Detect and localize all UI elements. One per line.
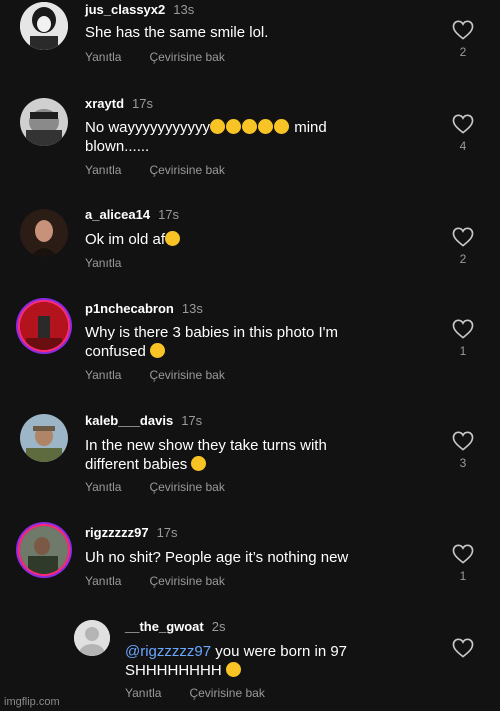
comment-actions: Yanıtla Çevirisine bak <box>85 574 253 588</box>
comment-header: p1nchecabron 13s <box>85 301 203 316</box>
comment-text: Why is there 3 babies in this photo I'm … <box>85 323 365 361</box>
avatar[interactable] <box>20 98 68 146</box>
avatar[interactable] <box>74 620 110 656</box>
translate-button[interactable]: Çevirisine bak <box>149 50 224 64</box>
like-button[interactable]: 1 <box>448 319 478 358</box>
comment-actions: Yanıtla <box>85 256 149 270</box>
heart-icon <box>452 319 474 339</box>
laughing-emoji-icon <box>165 231 181 246</box>
like-button[interactable]: 4 <box>448 114 478 153</box>
comment-text-part: Ok im old af <box>85 231 166 248</box>
heart-icon <box>452 20 474 40</box>
shushing-emoji-icon <box>225 662 241 677</box>
mention-link[interactable]: @rigzzzzz97 <box>125 643 211 660</box>
avatar[interactable] <box>20 209 68 257</box>
username[interactable]: jus_classyx2 <box>85 2 165 17</box>
comment-text: @rigzzzzz97 you were born in 97 SHHHHHHH… <box>125 642 395 680</box>
like-count: 2 <box>459 252 467 266</box>
raised-hands-emoji-icon <box>191 456 207 471</box>
translate-button[interactable]: Çevirisine bak <box>189 686 264 700</box>
username[interactable]: a_alicea14 <box>85 207 150 222</box>
username[interactable]: __the_gwoat <box>125 619 204 634</box>
timestamp: 17s <box>181 413 203 428</box>
avatar-image <box>20 526 68 574</box>
like-button[interactable]: 2 <box>448 20 478 59</box>
watermark: imgflip.com <box>4 696 60 708</box>
comment-actions: Yanıtla Çevirisine bak <box>125 686 293 700</box>
heart-icon <box>452 431 474 451</box>
comment-text: She has the same smile lol. <box>85 24 269 41</box>
reply-button[interactable]: Yanıtla <box>85 163 121 177</box>
reply-button[interactable]: Yanıtla <box>125 686 161 700</box>
avatar-image <box>20 2 68 50</box>
reply-button[interactable]: Yanıtla <box>85 368 121 382</box>
heart-icon <box>452 638 474 658</box>
username[interactable]: rigzzzzz97 <box>85 525 149 540</box>
laughing-emoji-icon <box>242 119 258 134</box>
laughing-emoji-icon <box>210 119 226 134</box>
like-button[interactable] <box>448 638 478 658</box>
comment-text: In the new show they take turns with dif… <box>85 436 365 474</box>
avatar[interactable] <box>20 526 68 574</box>
username[interactable]: xraytd <box>85 96 124 111</box>
comment-actions: Yanıtla Çevirisine bak <box>85 480 253 494</box>
like-button[interactable]: 2 <box>448 227 478 266</box>
avatar[interactable] <box>20 302 68 350</box>
comment-actions: Yanıtla Çevirisine bak <box>85 163 253 177</box>
comment-text-part: In the new show they take turns with dif… <box>85 437 327 473</box>
username[interactable]: kaleb___davis <box>85 413 173 428</box>
timestamp: 17s <box>158 207 180 222</box>
laughing-emoji-icon <box>258 119 274 134</box>
like-count: 3 <box>459 456 467 470</box>
laughing-emoji-icon <box>226 119 242 134</box>
avatar-image <box>20 98 68 146</box>
translate-button[interactable]: Çevirisine bak <box>149 574 224 588</box>
like-button[interactable]: 1 <box>448 544 478 583</box>
timestamp: 17s <box>156 525 178 540</box>
timestamp: 2s <box>211 619 226 634</box>
reply-button[interactable]: Yanıtla <box>85 480 121 494</box>
username[interactable]: p1nchecabron <box>85 301 174 316</box>
avatar-image <box>20 414 68 462</box>
comment-text-part: Why is there 3 babies in this photo I'm … <box>85 324 338 360</box>
heart-icon <box>452 544 474 564</box>
comment-header: kaleb___davis 17s <box>85 413 202 428</box>
avatar[interactable] <box>20 2 68 50</box>
avatar-image <box>20 302 68 350</box>
comment-header: a_alicea14 17s <box>85 207 179 222</box>
like-count: 2 <box>459 45 467 59</box>
comment-actions: Yanıtla Çevirisine bak <box>85 50 253 64</box>
thinking-emoji-icon <box>150 343 166 358</box>
like-button[interactable]: 3 <box>448 431 478 470</box>
reply-button[interactable]: Yanıtla <box>85 574 121 588</box>
translate-button[interactable]: Çevirisine bak <box>149 480 224 494</box>
comment-text: No wayyyyyyyyyyy mind blown...... <box>85 118 365 156</box>
comment-header: __the_gwoat 2s <box>125 619 225 634</box>
translate-button[interactable]: Çevirisine bak <box>149 368 224 382</box>
comment-text-part: No wayyyyyyyyyyy <box>85 119 211 136</box>
reply-button[interactable]: Yanıtla <box>85 50 121 64</box>
default-avatar-icon <box>74 620 110 656</box>
comment-header: xraytd 17s <box>85 96 153 111</box>
comment-actions: Yanıtla Çevirisine bak <box>85 368 253 382</box>
comment-text: Uh no shit? People age it’s nothing new <box>85 549 349 566</box>
laughing-emoji-icon <box>274 119 290 134</box>
like-count: 1 <box>459 569 467 583</box>
like-count: 4 <box>459 139 467 153</box>
avatar[interactable] <box>20 414 68 462</box>
timestamp: 13s <box>181 301 203 316</box>
comment-header: rigzzzzz97 17s <box>85 525 178 540</box>
comment-header: jus_classyx2 13s <box>85 2 194 17</box>
heart-icon <box>452 114 474 134</box>
timestamp: 13s <box>173 2 195 17</box>
like-count: 1 <box>459 344 467 358</box>
timestamp: 17s <box>132 96 153 111</box>
comment-text: Ok im old af <box>85 230 365 249</box>
translate-button[interactable]: Çevirisine bak <box>149 163 224 177</box>
reply-button[interactable]: Yanıtla <box>85 256 121 270</box>
avatar-image <box>20 209 68 257</box>
heart-icon <box>452 227 474 247</box>
